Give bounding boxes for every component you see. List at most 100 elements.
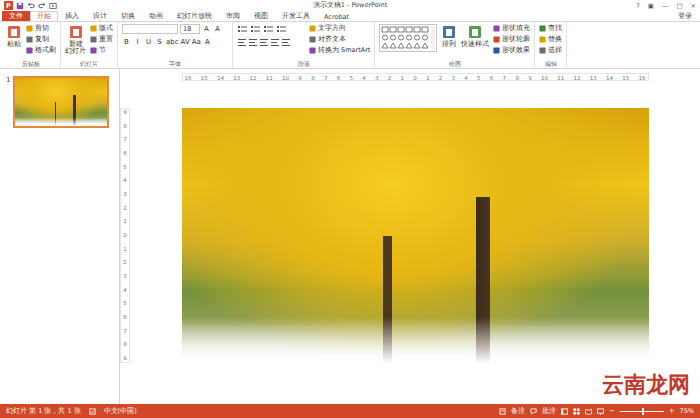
ribbon-group-label: 段落 bbox=[237, 59, 370, 68]
ribbon-small-button[interactable]: 形状填充 bbox=[493, 24, 530, 33]
command-icon bbox=[309, 47, 316, 54]
format-button[interactable]: A bbox=[203, 37, 212, 47]
ribbon-small-button[interactable]: 文字方向 bbox=[309, 24, 370, 33]
comments-icon bbox=[530, 408, 537, 415]
ribbon-tab[interactable]: 审阅 bbox=[219, 11, 247, 21]
vertical-ruler: 9876543210123456789 bbox=[120, 69, 130, 404]
ribbon-small-button[interactable]: 重置 bbox=[90, 35, 113, 44]
format-button[interactable]: A bbox=[213, 24, 222, 34]
ribbon-small-button[interactable]: 查找 bbox=[539, 24, 562, 33]
ribbon-large-button[interactable]: 新建 幻灯片 bbox=[65, 24, 86, 55]
paragraph-format-icon[interactable] bbox=[237, 24, 305, 50]
ribbon-tab[interactable]: 视图 bbox=[247, 11, 275, 21]
spellcheck-icon[interactable] bbox=[89, 408, 96, 415]
ribbon-small-button[interactable]: 替换 bbox=[539, 35, 562, 44]
zoom-in-button[interactable]: + bbox=[669, 407, 675, 415]
ribbon-group: 粘贴 剪切 复制 格式刷 剪贴板 bbox=[2, 22, 61, 68]
ribbon-tab[interactable]: 开发工具 bbox=[275, 11, 317, 21]
slideshow-icon[interactable] bbox=[597, 408, 604, 415]
zoom-out-button[interactable]: − bbox=[609, 407, 615, 415]
command-icon bbox=[6, 24, 22, 40]
thumbnail-picture bbox=[15, 78, 107, 126]
ribbon-small-button[interactable]: 形状效果 bbox=[493, 46, 530, 55]
ribbon-large-button[interactable]: 粘贴 bbox=[6, 24, 22, 48]
reading-view-icon[interactable] bbox=[585, 408, 592, 415]
font-field[interactable]: 18 bbox=[180, 24, 200, 34]
save-icon[interactable] bbox=[16, 2, 24, 10]
format-button[interactable]: B bbox=[122, 37, 131, 47]
ribbon-group-label: 剪贴板 bbox=[6, 59, 56, 68]
format-button[interactable]: S bbox=[155, 37, 164, 47]
ribbon-small-button[interactable]: 格式刷 bbox=[26, 46, 56, 55]
ribbon-small-button[interactable]: 剪切 bbox=[26, 24, 56, 33]
ribbon-group-label: 编辑 bbox=[539, 59, 562, 68]
ribbon-group: 文字方向 对齐文本 转换为 SmartArt 段落 bbox=[233, 22, 375, 68]
language[interactable]: 中文(中国) bbox=[104, 407, 137, 416]
ribbon-tab[interactable]: 幻灯片放映 bbox=[170, 11, 219, 21]
command-icon bbox=[309, 25, 316, 32]
shapes-gallery-icon[interactable] bbox=[379, 24, 437, 52]
ribbon-small-button[interactable]: 形状轮廓 bbox=[493, 35, 530, 44]
command-icon bbox=[441, 24, 457, 40]
thumbnail-pane: 1 bbox=[0, 69, 120, 404]
format-button[interactable]: Aa bbox=[192, 37, 201, 47]
command-icon bbox=[467, 24, 483, 40]
window-control[interactable]: ▢ bbox=[676, 1, 682, 11]
ribbon-group: 查找 替换 选择 编辑 bbox=[535, 22, 567, 68]
notes-icon bbox=[499, 408, 506, 415]
start-show-icon[interactable] bbox=[49, 2, 57, 10]
undo-icon[interactable] bbox=[27, 2, 35, 10]
command-icon bbox=[493, 36, 500, 43]
ribbon-tabs: 文件开始插入设计切换动画幻灯片放映审阅视图开发工具Acrobat 登录 bbox=[0, 11, 700, 21]
ribbon-tab[interactable]: 动画 bbox=[142, 11, 170, 21]
redo-icon[interactable] bbox=[38, 2, 46, 10]
normal-view-icon[interactable] bbox=[561, 408, 568, 415]
window-control[interactable]: ? bbox=[636, 1, 639, 11]
zoom-level[interactable]: 75% bbox=[680, 407, 694, 415]
ribbon-small-button[interactable]: 转换为 SmartArt bbox=[309, 46, 370, 55]
ribbon-large-button[interactable]: 快速样式 bbox=[461, 24, 489, 48]
command-icon bbox=[539, 47, 546, 54]
font-field[interactable] bbox=[122, 24, 178, 34]
slide-sorter-icon[interactable] bbox=[573, 408, 580, 415]
sign-in-link[interactable]: 登录 bbox=[678, 11, 700, 21]
ribbon-tab[interactable]: 文件 bbox=[2, 11, 30, 21]
format-button[interactable]: I bbox=[133, 37, 142, 47]
command-icon bbox=[309, 36, 316, 43]
status-bar: 幻灯片 第 1 张，共 1 张 中文(中国) 备注 批注 − + 75% bbox=[0, 404, 700, 418]
ribbon-small-button[interactable]: 节 bbox=[90, 46, 113, 55]
ribbon-small-button[interactable]: 版式 bbox=[90, 24, 113, 33]
command-icon bbox=[539, 36, 546, 43]
ribbon-tab[interactable]: 设计 bbox=[86, 11, 114, 21]
window-control[interactable]: × bbox=[691, 1, 696, 11]
ribbon-tab[interactable]: 开始 bbox=[30, 11, 58, 21]
format-button[interactable]: A bbox=[202, 24, 211, 34]
ribbon-tab[interactable]: 插入 bbox=[58, 11, 86, 21]
slide-thumbnail[interactable]: 1 bbox=[6, 76, 119, 128]
command-icon bbox=[539, 25, 546, 32]
horizontal-ruler: 1615141312111098765432101234567891011121… bbox=[182, 73, 649, 81]
window-control[interactable]: ▣ bbox=[648, 1, 654, 11]
slide-picture[interactable] bbox=[182, 108, 649, 363]
ribbon-small-button[interactable]: 复制 bbox=[26, 35, 56, 44]
title-bar: P 演示文稿1 - PowerPoint ?▣—▢× bbox=[0, 0, 700, 11]
ribbon-large-button[interactable]: 排列 bbox=[441, 24, 457, 48]
ribbon: 粘贴 剪切 复制 格式刷 剪贴板 新建 幻灯片 版式 重置 节 幻灯片18AAB… bbox=[0, 21, 700, 69]
format-button[interactable]: abc bbox=[166, 37, 179, 47]
comments-button[interactable]: 批注 bbox=[542, 407, 556, 416]
window-control[interactable]: — bbox=[662, 1, 669, 11]
ribbon-tab[interactable]: 切换 bbox=[114, 11, 142, 21]
powerpoint-window: P 演示文稿1 - PowerPoint ?▣—▢× 文件开始插入设计切换动画幻… bbox=[0, 0, 700, 418]
watermark: 云南龙网 bbox=[602, 370, 690, 400]
format-button[interactable]: U bbox=[144, 37, 153, 47]
ribbon-small-button[interactable]: 对齐文本 bbox=[309, 35, 370, 44]
ribbon-group-label: 绘图 bbox=[379, 59, 530, 68]
zoom-slider[interactable] bbox=[620, 411, 664, 412]
ribbon-tab[interactable]: Acrobat bbox=[317, 11, 356, 21]
command-icon bbox=[493, 25, 500, 32]
command-icon bbox=[493, 47, 500, 54]
format-button[interactable]: AV bbox=[181, 37, 190, 47]
ribbon-small-button[interactable]: 选择 bbox=[539, 46, 562, 55]
powerpoint-logo-icon: P bbox=[4, 1, 13, 10]
notes-button[interactable]: 备注 bbox=[511, 407, 525, 416]
